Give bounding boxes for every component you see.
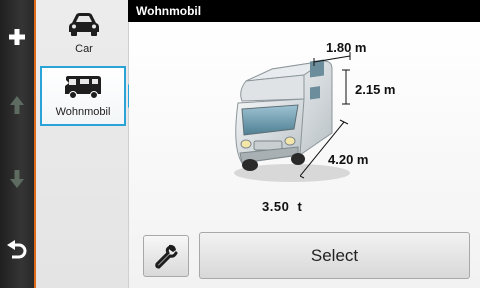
vehicle-profile-list: Car Wohnmobil [36, 0, 129, 288]
car-icon [69, 13, 99, 36]
back-button[interactable] [0, 236, 34, 266]
camper-icon [65, 76, 101, 99]
scroll-down-button[interactable] [0, 164, 34, 194]
scroll-up-button[interactable] [0, 90, 34, 120]
wrench-icon [155, 244, 178, 269]
weight-value: 3.50 t [262, 199, 303, 214]
width-value: 1.80 m [326, 40, 367, 55]
down-arrow-icon [10, 170, 24, 188]
side-toolbar [0, 0, 36, 288]
plus-icon [9, 29, 25, 45]
length-value: 4.20 m [328, 152, 369, 167]
vehicle-item-car[interactable]: Car [40, 2, 128, 64]
height-value: 2.15 m [355, 82, 396, 97]
vehicle-item-label: Wohnmobil [55, 106, 111, 118]
edit-profile-button[interactable] [143, 235, 189, 277]
add-button[interactable] [0, 22, 34, 52]
page-title: Wohnmobil [128, 0, 480, 22]
up-arrow-icon [10, 96, 24, 114]
back-icon [7, 240, 27, 259]
vehicle-item-label: Car [75, 43, 93, 55]
select-button[interactable]: Select [199, 232, 470, 279]
vehicle-item-wohnmobil[interactable]: Wohnmobil [40, 66, 126, 126]
